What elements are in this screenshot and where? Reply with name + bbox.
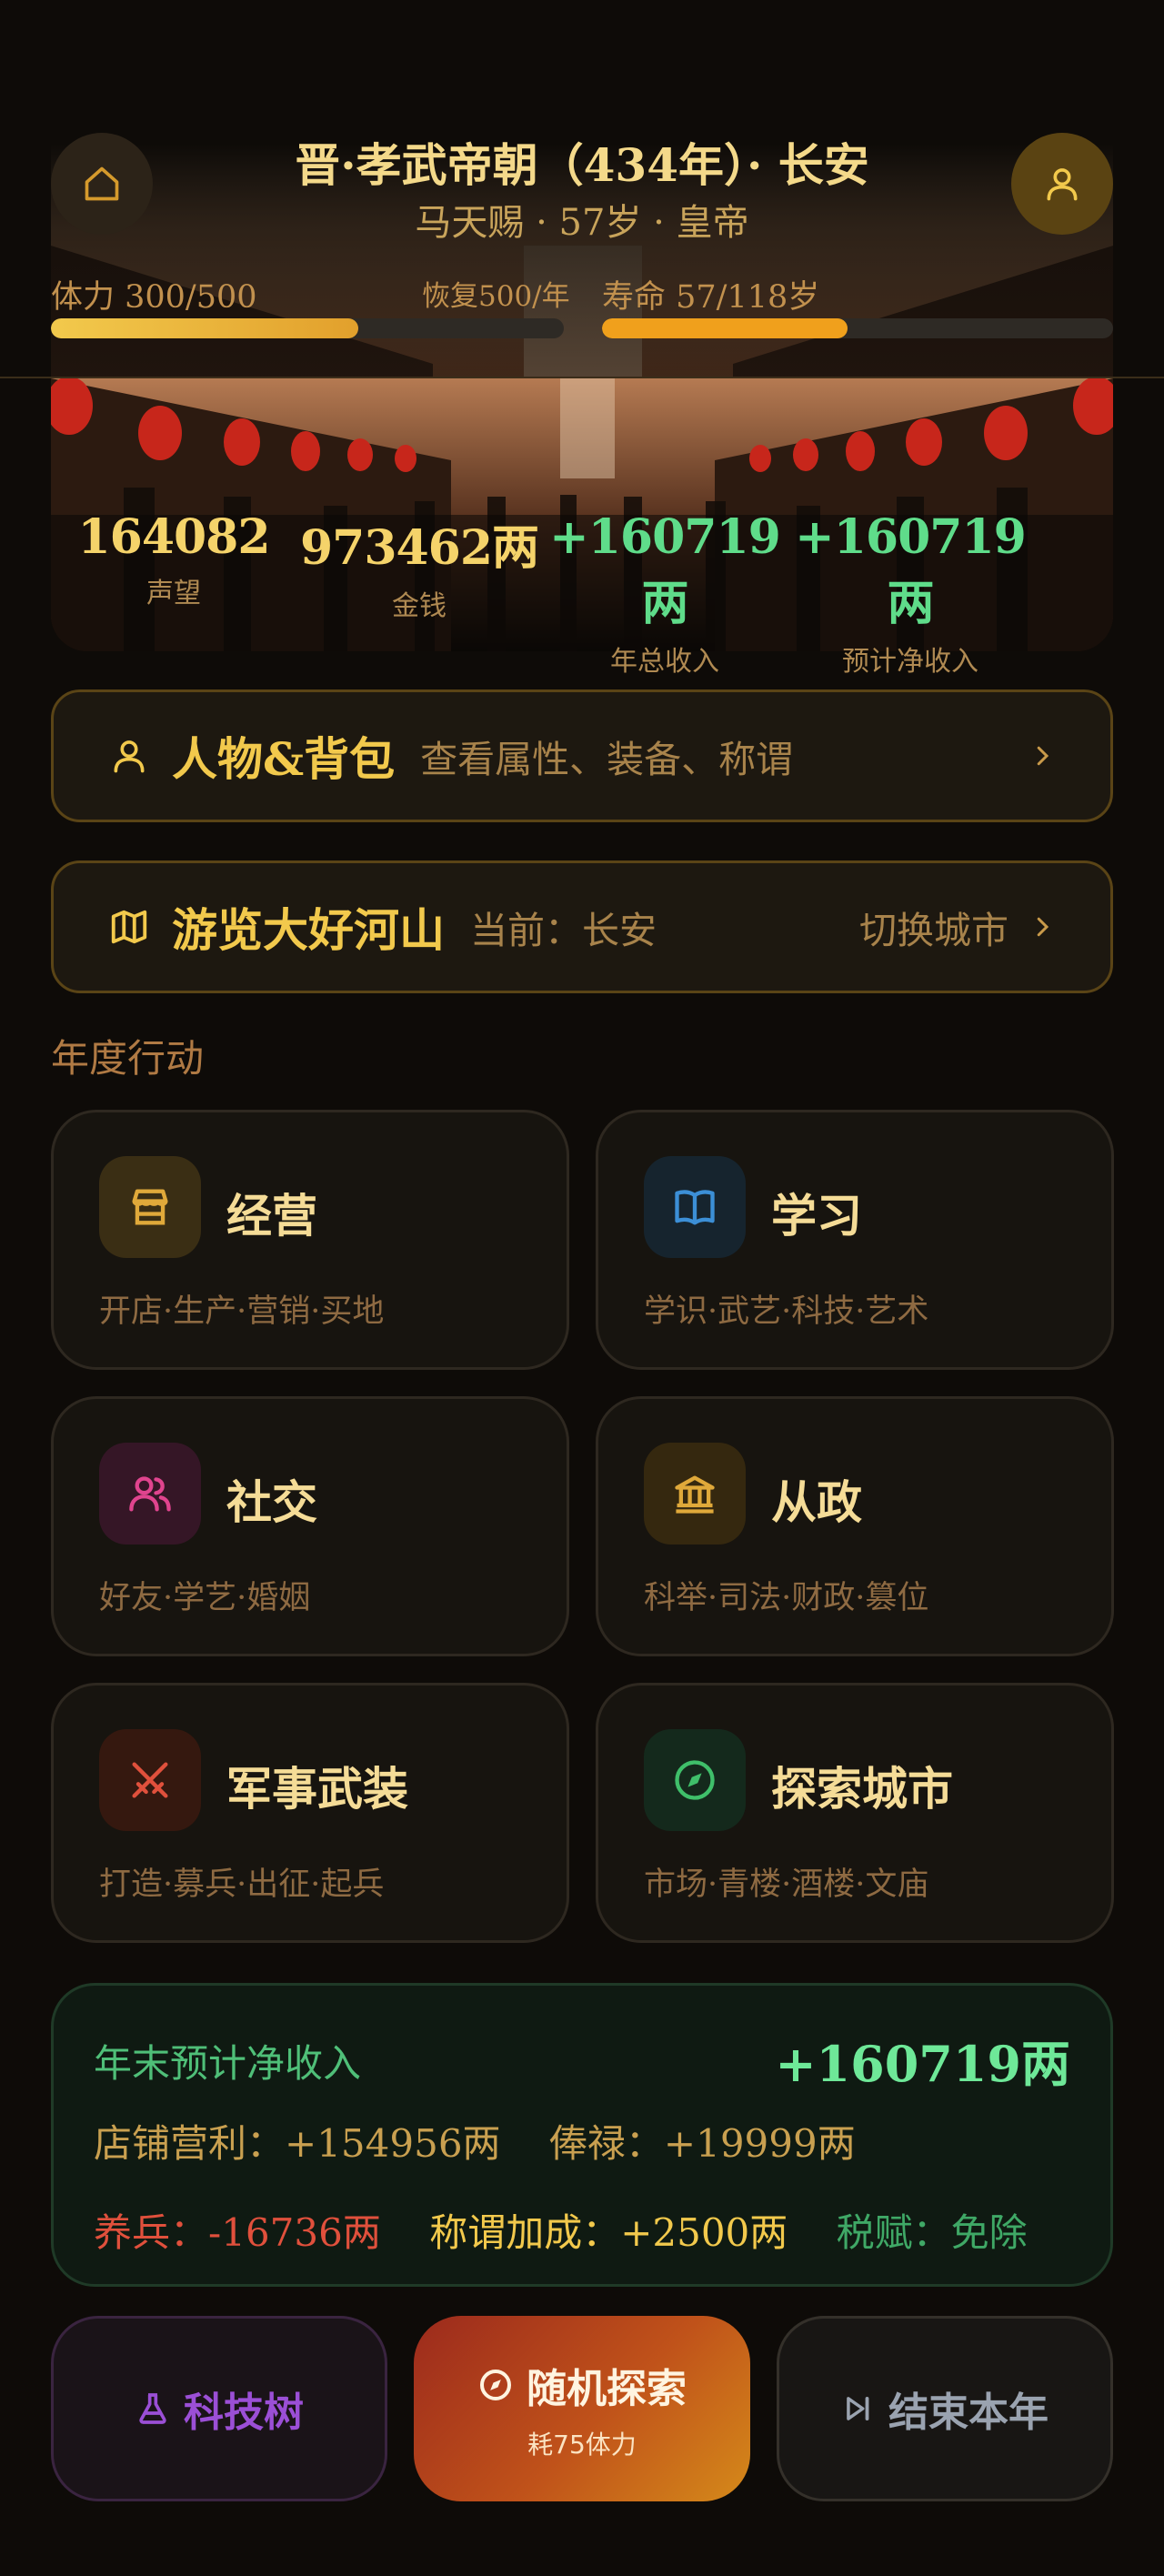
stamina-bar-fill [51,318,359,338]
action-business[interactable]: 经营 开店·生产·营销·买地 [51,1110,569,1370]
user-icon [1047,168,1078,201]
random-explore-button[interactable]: 随机探索 耗75体力 [414,2316,750,2501]
action-politics[interactable]: 从政 科举·司法·财政·篡位 [596,1396,1114,1656]
current-city: 当前：长安 [470,909,657,952]
people-icon [99,1443,201,1545]
income-total: +160719两 [775,2035,1070,2093]
stat-annual-income: +160719两 年总收入 [542,509,788,679]
action-explore-city-title: 探索城市 [771,1762,953,1816]
army-upkeep: 养兵：-16736两 [94,2210,381,2255]
tax-label: 税赋： [836,2210,951,2255]
compass-icon [644,1729,746,1831]
action-social-desc: 好友·学艺·婚姻 [99,1580,311,1616]
stat-money-caption: 金钱 [392,590,447,622]
shop-profit-label: 店铺营利： [94,2121,286,2166]
lifespan-bar-fill [602,318,848,338]
stat-net-income: +160719两 预计净收入 [788,509,1033,679]
stamina-bar [51,318,564,338]
lifespan-bar [602,318,1113,338]
switch-city-label: 切换城市 [859,909,1008,952]
profile-button[interactable] [1011,133,1113,235]
user-icon [106,733,152,779]
character-inventory-card[interactable]: 人物&背包 查看属性、装备、称谓 [51,689,1113,822]
map-icon [106,904,152,950]
title-bonus-value: +2500两 [620,2210,788,2255]
travel-card[interactable]: 游览大好河山 当前：长安 切换城市 [51,860,1113,993]
page-title: 晋·孝武帝朝（434年）· 长安 [295,138,869,192]
shop-icon [99,1156,201,1258]
stat-money: 973462两 金钱 [296,509,542,623]
salary: 俸禄：+19999两 [549,2121,856,2166]
army-upkeep-value: -16736两 [208,2210,381,2255]
title-bonus: 称谓加成：+2500两 [429,2210,788,2255]
stat-reputation-value: 164082 [77,509,270,565]
stats-row: 164082 声望 973462两 金钱 +160719两 年总收入 +1607… [51,509,1113,678]
stat-reputation: 164082 声望 [51,509,296,610]
switch-city-button[interactable]: 切换城市 [859,863,1056,991]
random-explore-label: 随机探索 [527,2366,687,2412]
action-social[interactable]: 社交 好友·学艺·婚姻 [51,1396,569,1656]
stat-annual-income-value: +160719两 [549,509,781,631]
salary-label: 俸禄： [548,2121,664,2166]
skip-forward-icon [847,2397,869,2420]
tech-tree-button[interactable]: 科技树 [51,2316,387,2501]
book-icon [644,1156,746,1258]
income-row-2: 养兵：-16736两 称谓加成：+2500两 税赋：免除 [94,2202,1064,2258]
compass-icon [480,2370,511,2400]
stamina-label: 体力 300/500 [51,279,257,316]
action-study-desc: 学识·武艺·科技·艺术 [644,1293,929,1330]
chevron-right-icon [1029,913,1056,941]
action-politics-title: 从政 [771,1475,862,1529]
random-explore-cost: 耗75体力 [527,2430,637,2460]
action-study[interactable]: 学习 学识·武艺·科技·艺术 [596,1110,1114,1370]
header: 晋·孝武帝朝（434年）· 长安 马天赐 · 57岁 · 皇帝 体力 300/5… [0,0,1164,378]
section-title-annual-actions: 年度行动 [51,1036,205,1081]
stat-money-value: 973462两 [299,520,539,576]
action-business-title: 经营 [226,1189,317,1243]
end-year-button[interactable]: 结束本年 [777,2316,1113,2501]
stat-net-income-caption: 预计净收入 [842,646,978,678]
title-bonus-label: 称谓加成： [429,2210,621,2255]
action-military-title: 军事武装 [226,1762,408,1816]
end-year-label: 结束本年 [888,2390,1049,2436]
stat-annual-income-caption: 年总收入 [610,646,719,678]
action-politics-desc: 科举·司法·财政·篡位 [644,1580,929,1616]
action-business-desc: 开店·生产·营销·买地 [99,1293,385,1330]
character-card-title: 人物&背包 [172,732,396,786]
chevron-right-icon [1029,742,1056,770]
army-upkeep-label: 养兵： [94,2210,209,2255]
lifespan-label: 寿命 57/118岁 [602,279,820,316]
shop-profit-value: +154956两 [285,2121,501,2166]
stamina-recover-label: 恢复500/年 [422,280,570,313]
action-military[interactable]: 军事武装 打造·募兵·出征·起兵 [51,1683,569,1943]
income-row-1: 店铺营利：+154956两 俸禄：+19999两 [94,2113,892,2168]
tech-tree-label: 科技树 [184,2390,304,2436]
tax: 税赋：免除 [837,2210,1028,2255]
action-explore-city[interactable]: 探索城市 市场·青楼·酒楼·文庙 [596,1683,1114,1943]
swords-icon [99,1729,201,1831]
character-card-subtitle: 查看属性、装备、称谓 [420,738,794,781]
shop-profit: 店铺营利：+154956两 [94,2121,501,2166]
stat-net-income-value: +160719两 [795,509,1027,631]
action-social-title: 社交 [226,1475,317,1529]
stat-reputation-caption: 声望 [146,578,201,609]
government-icon [644,1443,746,1545]
flask-icon [139,2393,166,2424]
action-study-title: 学习 [771,1189,862,1243]
income-title: 年末预计净收入 [94,2041,362,2086]
salary-value: +19999两 [663,2121,856,2166]
action-military-desc: 打造·募兵·出征·起兵 [99,1867,385,1903]
net-income-panel: 年末预计净收入 +160719两 店铺营利：+154956两 俸禄：+19999… [51,1983,1113,2287]
travel-card-title: 游览大好河山 [172,903,445,957]
tax-value: 免除 [950,2210,1028,2255]
action-explore-city-desc: 市场·青楼·酒楼·文庙 [644,1867,929,1903]
player-info: 马天赐 · 57岁 · 皇帝 [415,202,749,244]
